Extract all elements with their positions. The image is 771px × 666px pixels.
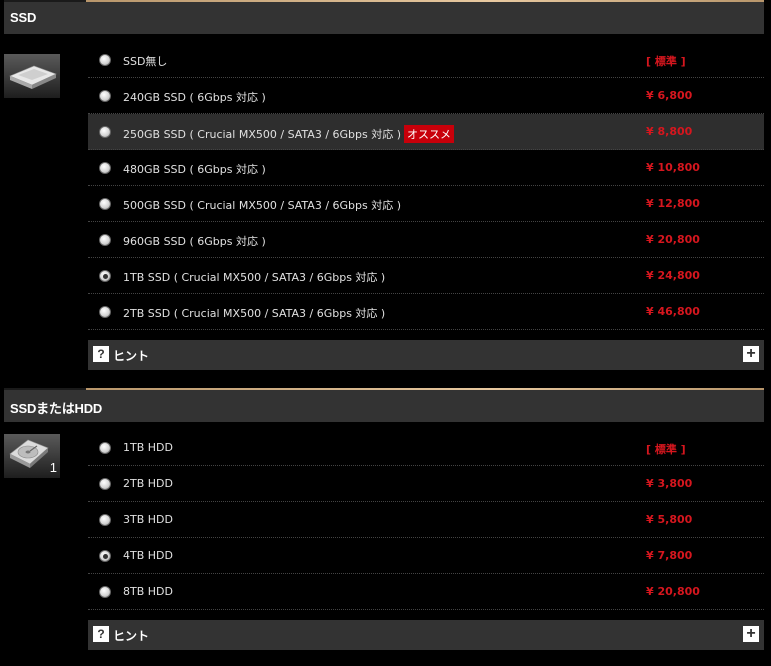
- option-price: ¥ 6,800: [646, 89, 693, 102]
- option-row[interactable]: SSD無し [ 標準 ]: [88, 42, 764, 78]
- option-price: ¥ 3,800: [646, 477, 693, 490]
- option-price: ¥ 46,800: [646, 305, 700, 318]
- hint-bar[interactable]: ? ヒント +: [88, 340, 764, 370]
- option-label: 240GB SSD ( 6Gbps 対応 ): [123, 91, 266, 104]
- option-row[interactable]: 960GB SSD ( 6Gbps 対応 ) ¥ 20,800: [88, 222, 764, 258]
- option-price: [ 標準 ]: [646, 55, 686, 68]
- radio-button-selected[interactable]: [99, 550, 111, 562]
- option-label: 960GB SSD ( 6Gbps 対応 ): [123, 235, 266, 248]
- option-label: 4TB HDD: [123, 549, 173, 562]
- recommend-badge: オススメ: [404, 125, 455, 143]
- option-row[interactable]: 480GB SSD ( 6Gbps 対応 ) ¥ 10,800: [88, 150, 764, 186]
- option-label: 8TB HDD: [123, 585, 173, 598]
- option-row[interactable]: 8TB HDD ¥ 20,800: [88, 574, 764, 610]
- section-header: SSDまたはHDD: [4, 388, 764, 422]
- option-label: 3TB HDD: [123, 513, 173, 526]
- section-header: SSD: [4, 0, 764, 34]
- hdd-icon: 1: [4, 434, 60, 478]
- option-label: 1TB HDD: [123, 441, 173, 454]
- radio-button[interactable]: [99, 478, 111, 490]
- option-price: ¥ 20,800: [646, 233, 700, 246]
- expand-plus-icon[interactable]: +: [743, 626, 759, 642]
- option-label: 480GB SSD ( 6Gbps 対応 ): [123, 163, 266, 176]
- option-price: ¥ 5,800: [646, 513, 693, 526]
- option-label: 250GB SSD ( Crucial MX500 / SATA3 / 6Gbp…: [123, 125, 455, 143]
- radio-button[interactable]: [99, 442, 111, 454]
- option-label-text: 250GB SSD ( Crucial MX500 / SATA3 / 6Gbp…: [123, 128, 402, 141]
- radio-button[interactable]: [99, 54, 111, 66]
- radio-button[interactable]: [99, 162, 111, 174]
- option-price: ¥ 10,800: [646, 161, 700, 174]
- radio-button[interactable]: [99, 126, 111, 138]
- radio-button[interactable]: [99, 90, 111, 102]
- section-title: SSDまたはHDD: [10, 401, 103, 416]
- hint-label: ヒント: [113, 349, 150, 363]
- option-label: 2TB HDD: [123, 477, 173, 490]
- option-row[interactable]: 500GB SSD ( Crucial MX500 / SATA3 / 6Gbp…: [88, 186, 764, 222]
- ssd-options: SSD無し [ 標準 ] 240GB SSD ( 6Gbps 対応 ) ¥ 6,…: [88, 42, 764, 330]
- option-row[interactable]: 4TB HDD ¥ 7,800: [88, 538, 764, 574]
- option-row[interactable]: 2TB SSD ( Crucial MX500 / SATA3 / 6Gbps …: [88, 294, 764, 330]
- option-price: ¥ 7,800: [646, 549, 693, 562]
- hdd-options: 1TB HDD [ 標準 ] 2TB HDD ¥ 3,800 3TB HDD ¥…: [88, 430, 764, 610]
- option-price: ¥ 20,800: [646, 585, 700, 598]
- icon-number: 1: [49, 460, 57, 475]
- option-price: ¥ 8,800: [646, 125, 693, 138]
- question-icon: ?: [93, 346, 109, 362]
- option-row[interactable]: 240GB SSD ( 6Gbps 対応 ) ¥ 6,800: [88, 78, 764, 114]
- radio-button[interactable]: [99, 586, 111, 598]
- ssd-icon: [4, 54, 60, 98]
- question-icon: ?: [93, 626, 109, 642]
- hint-bar[interactable]: ? ヒント +: [88, 620, 764, 650]
- option-row[interactable]: 3TB HDD ¥ 5,800: [88, 502, 764, 538]
- option-row[interactable]: 2TB HDD ¥ 3,800: [88, 466, 764, 502]
- option-row[interactable]: 250GB SSD ( Crucial MX500 / SATA3 / 6Gbp…: [88, 114, 764, 150]
- ssd-section: SSD SSD無し [ 標準 ] 240GB SSD ( 6Gbps 対応 ) …: [4, 0, 764, 388]
- radio-button[interactable]: [99, 306, 111, 318]
- radio-button[interactable]: [99, 198, 111, 210]
- option-row[interactable]: 1TB SSD ( Crucial MX500 / SATA3 / 6Gbps …: [88, 258, 764, 294]
- radio-button[interactable]: [99, 234, 111, 246]
- section-title: SSD: [10, 10, 37, 25]
- expand-plus-icon[interactable]: +: [743, 346, 759, 362]
- option-price: [ 標準 ]: [646, 443, 686, 456]
- option-price: ¥ 24,800: [646, 269, 700, 282]
- ssd-or-hdd-section: SSDまたはHDD 1 1TB HDD [ 標準 ] 2TB HDD ¥ 3,8…: [4, 388, 764, 666]
- option-row[interactable]: 1TB HDD [ 標準 ]: [88, 430, 764, 466]
- option-price: ¥ 12,800: [646, 197, 700, 210]
- radio-button[interactable]: [99, 514, 111, 526]
- hint-label: ヒント: [113, 629, 150, 643]
- option-label: 500GB SSD ( Crucial MX500 / SATA3 / 6Gbp…: [123, 199, 402, 212]
- option-label: SSD無し: [123, 55, 168, 68]
- option-label: 1TB SSD ( Crucial MX500 / SATA3 / 6Gbps …: [123, 271, 386, 284]
- radio-button-selected[interactable]: [99, 270, 111, 282]
- option-label: 2TB SSD ( Crucial MX500 / SATA3 / 6Gbps …: [123, 307, 386, 320]
